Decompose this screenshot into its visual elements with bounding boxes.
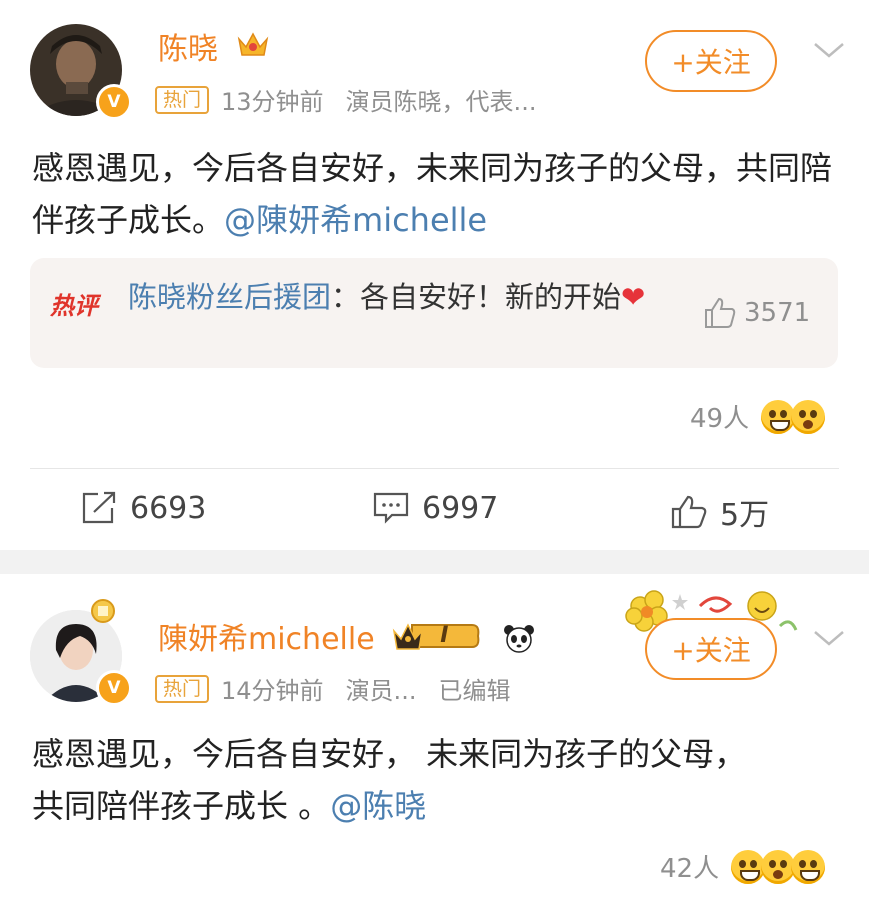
heart-icon: ❤ (621, 280, 646, 314)
hot-comment-like-count: 3571 (744, 298, 811, 328)
edited-label: 已编辑 (438, 677, 511, 705)
chevron-down-icon[interactable] (812, 628, 846, 648)
comment-count: 6997 (422, 490, 499, 526)
hot-comment-text: 陈晓粉丝后援团：各自安好！新的开始❤ (128, 276, 718, 318)
hot-tag: 热门 (155, 674, 210, 703)
reaction-summary[interactable]: 49人 (690, 398, 826, 435)
post-time: 14分钟前 (221, 677, 324, 705)
post-separator (0, 550, 869, 574)
repost-count: 6693 (130, 490, 207, 526)
like-count: 5万 (720, 498, 770, 533)
post-meta: 热门 14分钟前 演员... 已编辑 (155, 671, 510, 706)
verified-badge-icon: V (96, 84, 132, 120)
username[interactable]: 陳妍希michelle I (158, 614, 536, 658)
follow-button[interactable]: +关注 (645, 618, 777, 680)
panda-icon (503, 625, 534, 653)
post-time: 13分钟前 (221, 88, 324, 116)
hot-comment-box[interactable]: 热评 陈晓粉丝后援团：各自安好！新的开始❤ 3571 (30, 258, 838, 368)
member-level-badge: I (392, 619, 482, 653)
grin-emoji-icon (791, 849, 826, 884)
surprised-emoji-icon (791, 399, 826, 434)
crown-icon (237, 32, 268, 56)
avatar-decoration-icon (91, 599, 115, 623)
post-content: 感恩遇见，今后各自安好，未来同为孩子的父母，共同陪伴孩子成长。@陳妍希miche… (32, 142, 842, 246)
level-number: I (440, 623, 449, 648)
post-source: 演员陈晓，代表... (345, 88, 537, 116)
hot-comment-body: ：各自安好！新的开始 (331, 280, 622, 314)
surprised-emoji-icon (761, 849, 796, 884)
hot-comment-logo: 热评 (50, 292, 98, 320)
mention-link[interactable]: @陳妍希michelle (224, 201, 487, 239)
post-content: 感恩遇见，今后各自安好， 未来同为孩子的父母， 共同陪伴孩子成长 。@陈晓 (32, 728, 772, 832)
follow-button[interactable]: +关注 (645, 30, 777, 92)
reaction-count: 42人 (660, 854, 720, 884)
repost-icon (82, 491, 116, 524)
hot-comment-author[interactable]: 陈晓粉丝后援团 (128, 280, 331, 314)
hot-comment-like[interactable]: 3571 (702, 296, 810, 330)
weibo-post: V 陳妍希michelle I 热门 14分钟前 演员... 已编辑 +关注 感… (0, 574, 869, 900)
grin-emoji-icon (761, 399, 796, 434)
post-source: 演员... (345, 677, 417, 705)
chevron-down-icon[interactable] (812, 40, 846, 60)
comment-icon (373, 492, 409, 524)
weibo-post: V 陈晓 热门 13分钟前 演员陈晓，代表... +关注 感恩遇见，今后各自安好… (0, 0, 869, 550)
reaction-count: 49人 (690, 404, 750, 434)
post-meta: 热门 13分钟前 演员陈晓，代表... (155, 82, 536, 117)
reaction-summary[interactable]: 42人 (660, 848, 826, 885)
username-text[interactable]: 陳妍希michelle (158, 622, 375, 657)
repost-button[interactable]: 6693 (80, 490, 206, 526)
comment-button[interactable]: 6997 (372, 490, 498, 526)
crown-level-icon (393, 623, 480, 650)
mention-link[interactable]: @陈晓 (330, 787, 426, 825)
hot-tag: 热门 (155, 85, 210, 114)
thumbs-up-icon (671, 495, 707, 529)
verified-badge-icon: V (96, 670, 132, 706)
divider (30, 468, 839, 469)
username-text[interactable]: 陈晓 (158, 32, 218, 67)
username[interactable]: 陈晓 (158, 24, 270, 68)
laugh-emoji-icon (731, 849, 766, 884)
like-button[interactable]: 5万 (670, 490, 769, 534)
thumbs-up-icon (705, 297, 736, 328)
